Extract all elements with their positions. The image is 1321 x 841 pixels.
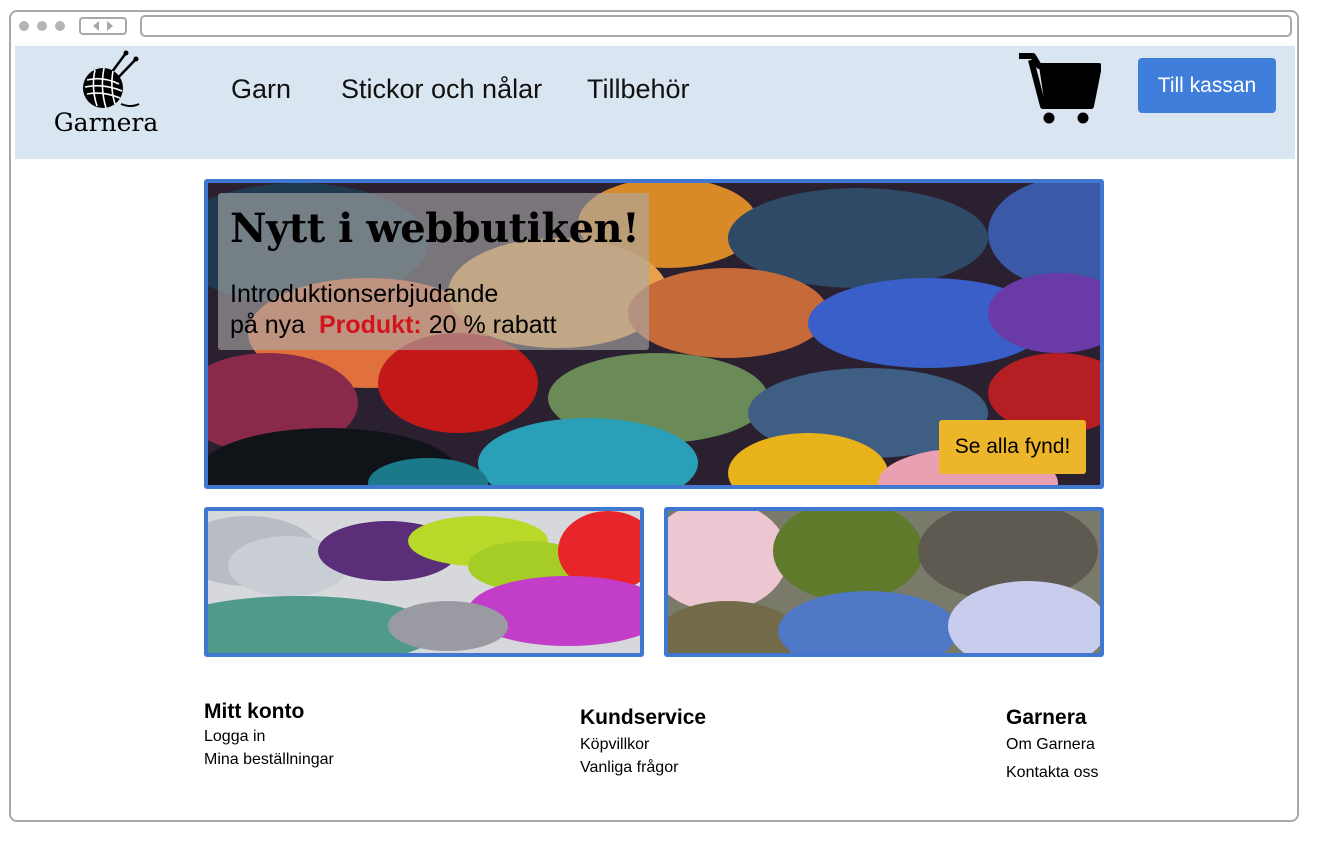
window-close-dot[interactable] [19, 21, 29, 31]
footer-link-login[interactable]: Logga in [204, 728, 334, 746]
window-maximize-dot[interactable] [55, 21, 65, 31]
footer-account-title: Mitt konto [204, 700, 305, 723]
footer-company: Garnera Om Garnera Kontakta oss [1006, 706, 1099, 782]
product-tile-colorful-yarn[interactable] [204, 507, 644, 657]
footer-link-my-orders[interactable]: Mina beställningar [204, 751, 334, 769]
site-header: Garnera Garn Stickor och nålar Tillbehör… [15, 46, 1295, 159]
hero-subtitle-suffix: 20 % rabatt [428, 311, 557, 339]
soft-yarn-image [668, 511, 1100, 653]
shopping-cart-icon[interactable] [1017, 50, 1101, 124]
window-minimize-dot[interactable] [37, 21, 47, 31]
history-nav [79, 17, 127, 35]
product-tile-soft-yarn[interactable] [664, 507, 1104, 657]
forward-arrow-icon[interactable] [107, 21, 113, 31]
footer-service-title: Kundservice [580, 706, 707, 729]
back-arrow-icon[interactable] [93, 21, 99, 31]
address-bar[interactable] [140, 15, 1292, 37]
footer-link-about[interactable]: Om Garnera [1006, 736, 1099, 754]
footer-link-terms[interactable]: Köpvillkor [580, 736, 706, 754]
hero-subtitle-line1: Introduktionserbjudande [230, 280, 499, 308]
nav-item-stickor-och-nalar[interactable]: Stickor och nålar [341, 74, 542, 105]
hero-banner[interactable]: Nytt i webbutiken! Introduktionserbjudan… [204, 179, 1104, 489]
see-all-deals-button[interactable]: Se alla fynd! [939, 420, 1086, 474]
garnera-logo[interactable]: Garnera [51, 50, 161, 140]
footer-link-faq[interactable]: Vanliga frågor [580, 759, 706, 777]
footer-company-title: Garnera [1006, 706, 1087, 729]
nav-item-tillbehor[interactable]: Tillbehör [587, 74, 690, 105]
browser-toolbar [11, 12, 1297, 44]
nav-item-garn[interactable]: Garn [231, 74, 291, 105]
logo-text: Garnera [53, 108, 159, 137]
hero-subtitle: Introduktionserbjudande på nya Produkt: … [230, 279, 557, 341]
hero-subtitle-prefix: på nya [230, 311, 306, 339]
checkout-button[interactable]: Till kassan [1138, 58, 1276, 113]
footer-link-contact[interactable]: Kontakta oss [1006, 764, 1099, 782]
hero-subtitle-highlight: Produkt: [318, 311, 422, 339]
yarn-ball-icon [83, 50, 140, 109]
footer-account: Mitt konto Logga in Mina beställningar [204, 700, 334, 769]
colorful-yarn-image [208, 511, 640, 653]
footer-service: Kundservice Köpvillkor Vanliga frågor [580, 706, 706, 777]
hero-text-panel: Nytt i webbutiken! Introduktionserbjudan… [218, 193, 649, 350]
hero-title: Nytt i webbutiken! [230, 205, 640, 252]
